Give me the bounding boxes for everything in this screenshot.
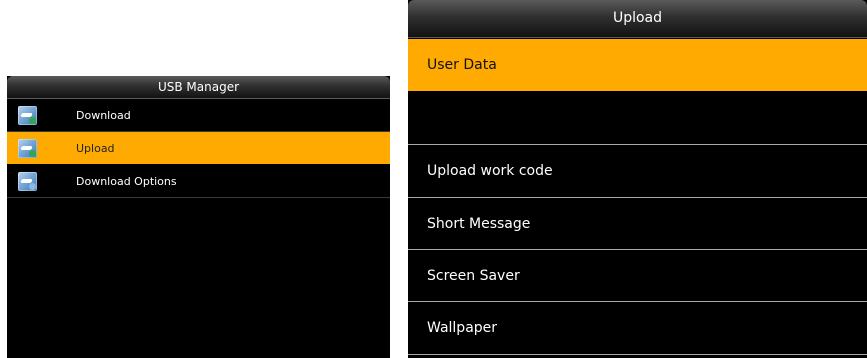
divider xyxy=(7,197,390,198)
menu-item-screen-saver[interactable]: Screen Saver xyxy=(408,250,867,302)
upload-screen: Upload User Data Upload work code Short … xyxy=(408,0,867,358)
usb-options-icon xyxy=(18,172,37,191)
usb-upload-icon xyxy=(18,139,37,158)
upload-title: Upload xyxy=(408,0,867,38)
usb-manager-screen: USB Manager Download Upload Download Opt… xyxy=(7,76,390,358)
divider xyxy=(408,354,867,355)
menu-item-upload-work-code[interactable]: Upload work code xyxy=(408,145,867,197)
menu-item-label: Download Options xyxy=(76,174,177,188)
menu-item-download-options[interactable]: Download Options xyxy=(7,165,390,197)
usb-manager-title: USB Manager xyxy=(7,76,390,99)
menu-item-user-data[interactable]: User Data xyxy=(408,39,867,91)
menu-item-upload[interactable]: Upload xyxy=(7,132,390,164)
menu-item-short-message[interactable]: Short Message xyxy=(408,198,867,250)
usb-download-icon xyxy=(18,106,37,125)
menu-item-wallpaper[interactable]: Wallpaper xyxy=(408,302,867,354)
menu-item-label: Upload xyxy=(76,141,115,155)
menu-item-label: Download xyxy=(76,108,131,122)
menu-item-blank[interactable] xyxy=(408,91,867,143)
menu-item-download[interactable]: Download xyxy=(7,99,390,131)
